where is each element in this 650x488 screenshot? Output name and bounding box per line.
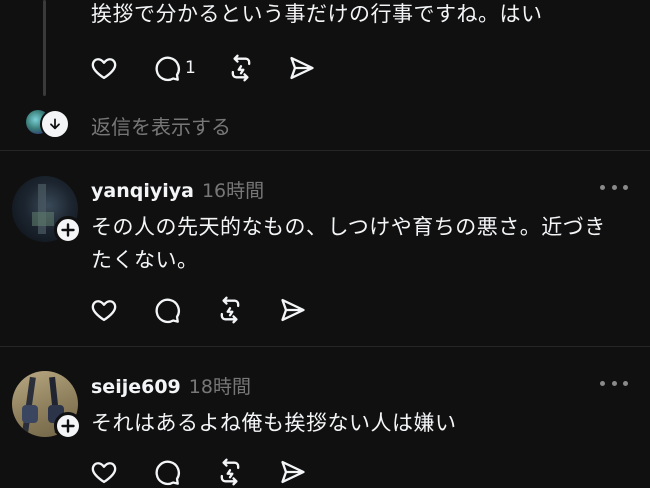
thread-line [43,0,46,96]
username[interactable]: yanqiyiya [91,180,194,202]
post-text: それはあるよね俺も挨拶ない人は嫌い [91,411,457,435]
repost-button[interactable] [227,52,255,84]
reply-count: 1 [185,58,196,78]
share-icon [281,460,305,484]
show-replies-button[interactable] [26,109,70,139]
more-icon[interactable] [600,378,628,388]
comment-icon [155,298,180,324]
post-actions: 1 [90,52,316,84]
heart-icon [91,300,117,322]
follow-button[interactable] [54,216,82,244]
comment-icon [155,460,180,486]
share-button[interactable] [279,456,307,488]
post-meta: yanqiyiya 16時間 [91,176,264,203]
comment-button[interactable] [153,456,181,488]
like-button[interactable] [90,294,118,326]
post-actions [90,294,307,326]
divider [0,346,650,347]
repost-button[interactable] [216,456,244,488]
repost-button[interactable] [216,294,244,326]
timestamp: 18時間 [188,376,251,398]
comment-icon [155,56,180,82]
post-text-line-1: その人の先天的なもの、しつけや育ちの悪さ。近づき [91,215,606,239]
follow-plus-icon [61,419,75,433]
share-button[interactable] [279,294,307,326]
heart-icon [91,58,117,80]
follow-plus-icon [61,223,75,237]
arrow-down-icon [40,109,70,139]
share-icon [281,298,305,322]
repost-icon [220,458,240,486]
heart-icon [91,462,117,484]
more-icon[interactable] [600,182,628,192]
username[interactable]: seije609 [91,376,181,398]
share-button[interactable] [288,52,316,84]
like-button[interactable] [90,52,118,84]
show-replies-label[interactable]: 返信を表示する [91,111,231,140]
share-icon [290,56,314,80]
post-actions [90,456,307,488]
comment-button[interactable]: 1 [153,52,196,84]
comment-button[interactable] [153,294,181,326]
post-text: 挨拶で分かるという事だけの行事ですね。はい [91,2,543,26]
like-button[interactable] [90,456,118,488]
post-text-line-2: たくない。 [91,248,199,272]
follow-button[interactable] [54,412,82,440]
repost-icon [220,296,240,324]
divider [0,150,650,151]
post-meta: seije609 18時間 [91,372,251,399]
timestamp: 16時間 [201,180,265,202]
repost-icon [231,54,251,82]
